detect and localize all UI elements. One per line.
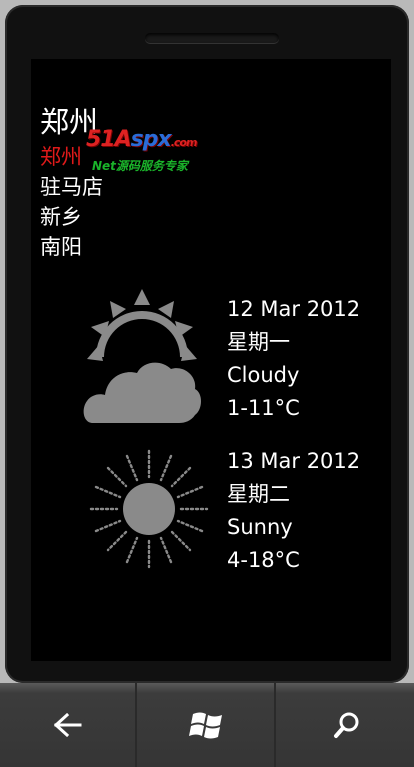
city-item-zhumadian[interactable]: 驻马店 [40,171,103,201]
search-icon [333,712,358,738]
forecast-weekday: 星期二 [227,482,290,506]
forecast-day-1: 12 Mar 2012 星期一 Cloudy 1-11°C [227,293,360,425]
app-screen: 郑州 郑州 驻马店 新乡 南阳 51Aspx.com Net源码服务专家 12 … [31,59,391,661]
forecast-temperature: 4-18°C [227,548,300,572]
forecast-condition: Cloudy [227,363,300,387]
cloudy-icon [83,289,201,423]
hardware-nav-bar [0,683,414,767]
city-item-xinxiang[interactable]: 新乡 [40,201,82,231]
forecast-date: 12 Mar 2012 [227,297,361,321]
back-arrow-icon [53,713,81,737]
start-button[interactable] [139,683,276,767]
city-item-zhengzhou[interactable]: 郑州 [40,141,82,171]
forecast-temperature: 1-11°C [227,396,300,420]
forecast-condition: Sunny [227,515,293,539]
watermark-logo: 51Aspx.com [86,127,197,152]
forecast-day-2: 13 Mar 2012 星期二 Sunny 4-18°C [227,445,360,577]
back-button[interactable] [0,683,137,767]
forecast-weekday: 星期一 [227,330,290,354]
forecast-date: 13 Mar 2012 [227,449,361,473]
watermark-tagline: Net源码服务专家 [92,159,188,173]
sunny-icon [89,449,209,569]
search-button[interactable] [278,683,414,767]
city-title: 郑州 [40,105,99,139]
earpiece-speaker [145,33,279,43]
phone-frame: 郑州 郑州 驻马店 新乡 南阳 51Aspx.com Net源码服务专家 12 … [5,5,409,683]
windows-logo-icon [188,712,222,739]
site-watermark: 51Aspx.com Net源码服务专家 [86,127,226,185]
city-item-nanyang[interactable]: 南阳 [40,231,82,261]
